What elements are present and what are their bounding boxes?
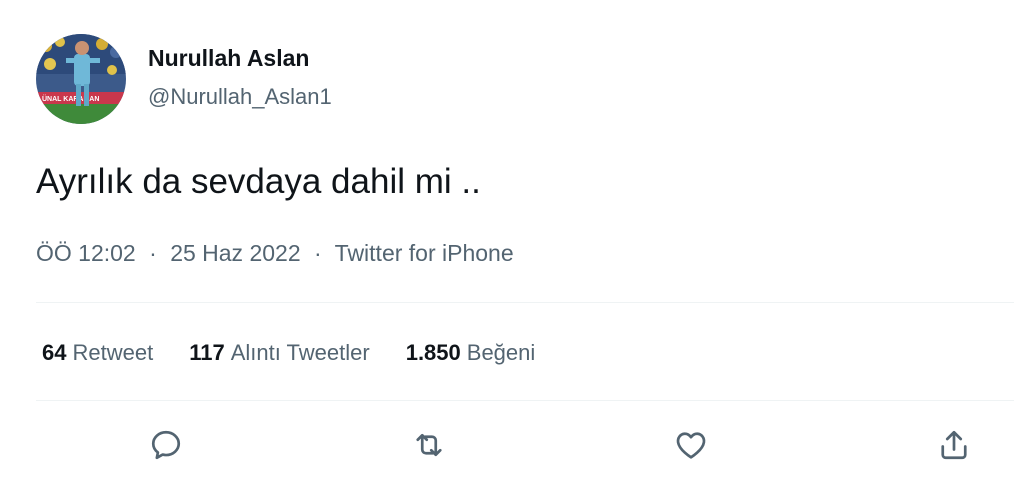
- retweet-icon: [416, 433, 442, 457]
- tweet-meta: ÖÖ 12:02 · 25 Haz 2022 · Twitter for iPh…: [36, 240, 514, 267]
- quote-label: Alıntı Tweetler: [230, 340, 370, 365]
- quote-count: 117: [189, 340, 225, 365]
- retweet-button[interactable]: [406, 422, 452, 468]
- share-button[interactable]: [931, 422, 977, 468]
- reply-button[interactable]: [143, 422, 189, 468]
- tweet-text: Ayrılık da sevdaya dahil mi ..: [36, 162, 481, 201]
- tweet-card: ÜNAL KARAMAN Nurullah Aslan @Nurullah_As…: [0, 0, 1024, 490]
- tweet-stats: 64 Retweet 117 Alıntı Tweetler 1.850 Beğeni: [42, 340, 571, 366]
- like-count-link[interactable]: 1.850 Beğeni: [406, 340, 536, 366]
- author-display-name[interactable]: Nurullah Aslan: [148, 45, 309, 72]
- like-button[interactable]: [668, 422, 714, 468]
- avatar-image: ÜNAL KARAMAN: [36, 34, 126, 124]
- like-icon: [676, 432, 706, 459]
- reply-icon: [151, 430, 181, 460]
- tweet-source[interactable]: Twitter for iPhone: [335, 240, 514, 266]
- avatar[interactable]: ÜNAL KARAMAN: [36, 34, 126, 124]
- meta-separator: ·: [149, 240, 157, 266]
- like-label: Beğeni: [466, 340, 536, 365]
- tweet-time[interactable]: ÖÖ 12:02: [36, 240, 136, 266]
- author-handle[interactable]: @Nurullah_Aslan1: [148, 84, 332, 110]
- avatar-banner-text: ÜNAL KARAMAN: [42, 94, 99, 103]
- divider: [36, 400, 1014, 401]
- divider: [36, 302, 1014, 303]
- retweet-count: 64: [42, 340, 67, 365]
- like-count: 1.850: [405, 340, 461, 365]
- quote-count-link[interactable]: 117 Alıntı Tweetler: [189, 340, 370, 366]
- tweet-date[interactable]: 25 Haz 2022: [170, 240, 300, 266]
- share-icon: [941, 430, 967, 460]
- retweet-label: Retweet: [72, 340, 154, 365]
- meta-separator: ·: [314, 240, 322, 266]
- retweet-count-link[interactable]: 64 Retweet: [42, 340, 153, 366]
